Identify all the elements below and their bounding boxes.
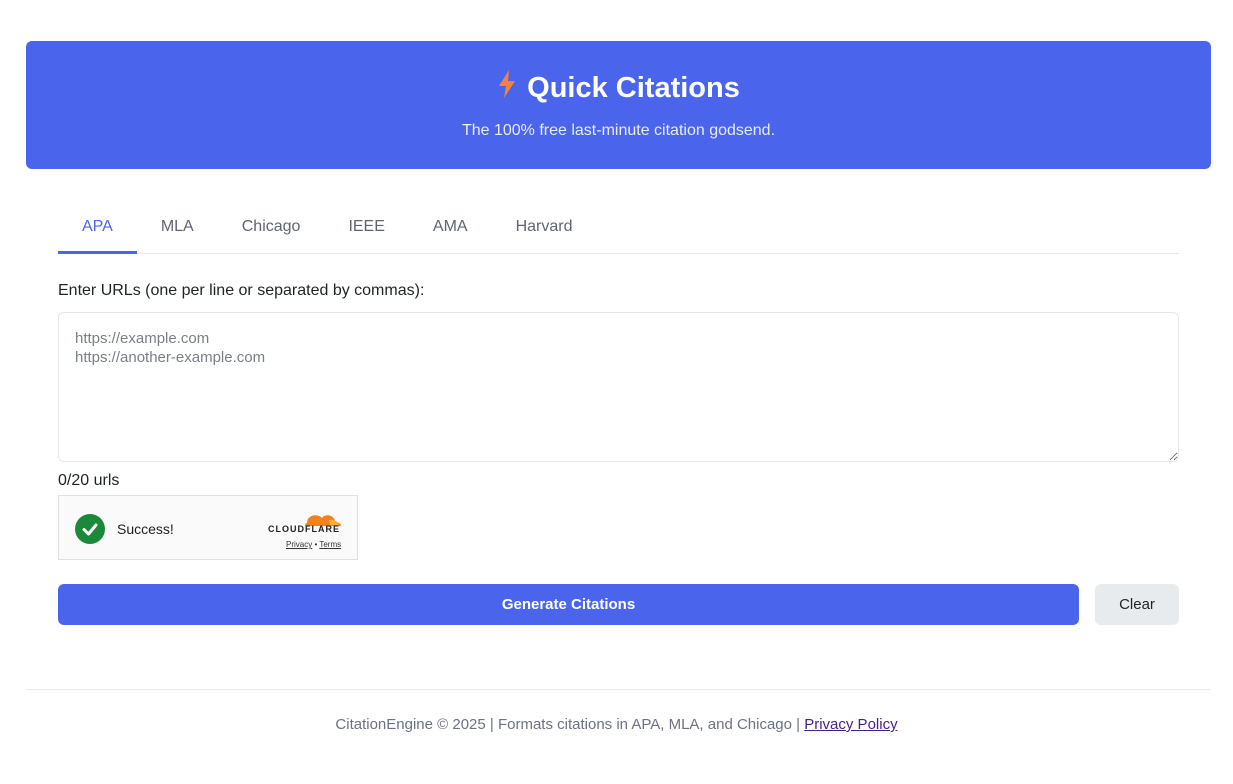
tab-mla[interactable]: MLA: [137, 200, 218, 253]
url-input-label: Enter URLs (one per line or separated by…: [58, 282, 425, 299]
tab-ieee[interactable]: IEEE: [324, 200, 408, 253]
footer-divider: [26, 689, 1211, 690]
captcha-privacy-link[interactable]: Privacy: [286, 540, 312, 549]
clear-button[interactable]: Clear: [1095, 584, 1179, 625]
lightning-bolt-icon: [497, 69, 517, 107]
footer: CitationEngine © 2025 | Formats citation…: [0, 716, 1233, 733]
check-circle-icon: [75, 514, 105, 544]
url-counter: 0/20 urls: [58, 472, 120, 489]
page-title-text: Quick Citations: [527, 71, 740, 104]
captcha-link-separator: •: [314, 540, 318, 549]
captcha-links: Privacy • Terms: [286, 540, 341, 549]
page-title: Quick Citations: [26, 69, 1211, 107]
tab-apa[interactable]: APA: [58, 200, 137, 254]
page-subtitle: The 100% free last-minute citation godse…: [461, 122, 776, 139]
url-input[interactable]: [58, 312, 1179, 462]
privacy-policy-link[interactable]: Privacy Policy: [804, 716, 897, 733]
cloudflare-brand: CLOUDFLARE: [268, 524, 340, 534]
captcha-status: Success!: [117, 521, 174, 537]
tab-chicago[interactable]: Chicago: [218, 200, 325, 253]
tab-harvard[interactable]: Harvard: [492, 200, 597, 253]
cloudflare-turnstile[interactable]: Success! CLOUDFLARE Privacy • Terms: [58, 495, 358, 560]
tab-ama[interactable]: AMA: [409, 200, 492, 253]
generate-citations-button[interactable]: Generate Citations: [58, 584, 1079, 625]
captcha-terms-link[interactable]: Terms: [319, 540, 341, 549]
footer-text: CitationEngine © 2025 | Formats citation…: [335, 716, 805, 733]
hero-banner: Quick Citations The 100% free last-minut…: [26, 41, 1211, 169]
style-tabs: APA MLA Chicago IEEE AMA Harvard: [58, 200, 1179, 254]
